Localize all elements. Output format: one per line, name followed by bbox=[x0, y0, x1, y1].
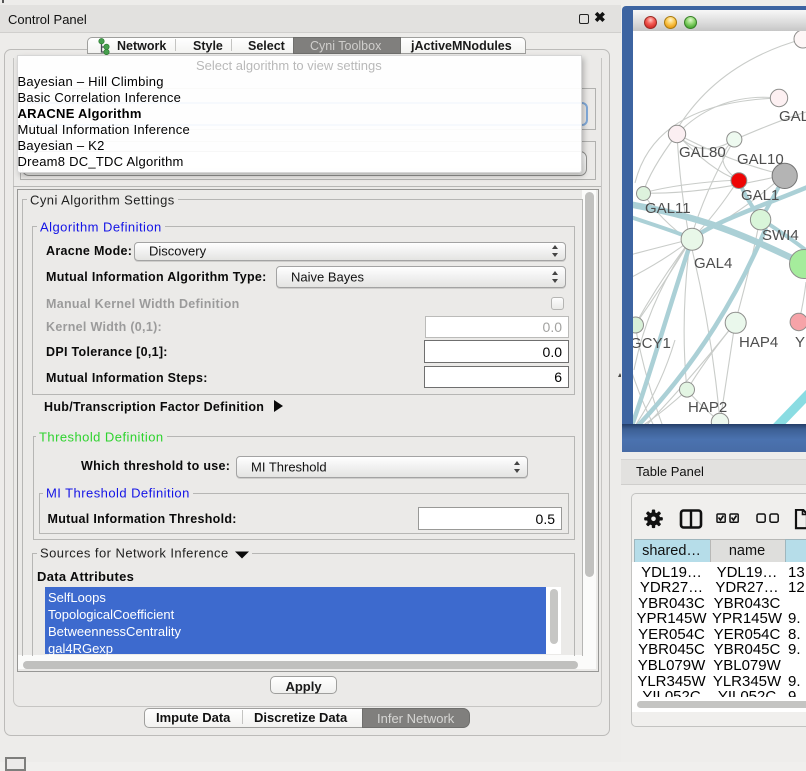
svg-text:GAL4: GAL4 bbox=[694, 255, 732, 272]
svg-text:Y: Y bbox=[795, 334, 805, 351]
svg-text:GCY1: GCY1 bbox=[633, 335, 671, 352]
svg-text:HAP2: HAP2 bbox=[688, 399, 727, 416]
svg-text:HAP4: HAP4 bbox=[739, 334, 778, 351]
svg-text:GAL80: GAL80 bbox=[679, 144, 726, 161]
svg-text:GAL: GAL bbox=[779, 108, 806, 125]
svg-text:SWI4: SWI4 bbox=[762, 227, 799, 244]
svg-text:GAL10: GAL10 bbox=[737, 151, 784, 168]
svg-text:GAL11: GAL11 bbox=[645, 200, 691, 217]
svg-text:GAL1: GAL1 bbox=[741, 187, 779, 204]
